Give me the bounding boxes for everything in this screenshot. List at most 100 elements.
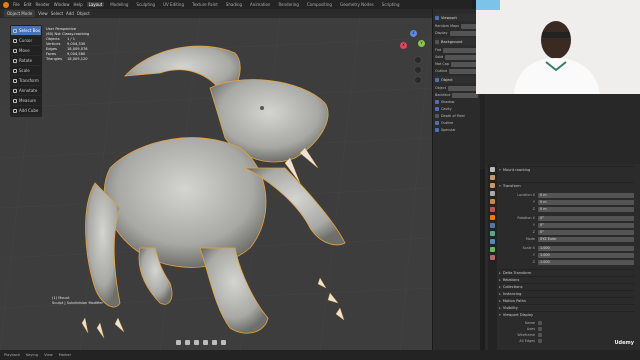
n-row[interactable]: Object <box>435 85 478 91</box>
tab-rendering[interactable]: Rendering <box>276 2 300 7</box>
tab-layout[interactable]: Layout <box>86 2 105 7</box>
n-row[interactable]: Random Maps <box>435 23 478 29</box>
tab-shading[interactable]: Shading <box>224 2 244 7</box>
n-row[interactable]: Backface <box>435 92 478 98</box>
section-viewport-display[interactable]: ▾ Viewport Display <box>499 311 634 318</box>
n-row[interactable]: Shadow <box>435 99 478 105</box>
n-row[interactable]: Cavity <box>435 106 478 112</box>
menu-render[interactable]: Render <box>35 2 49 7</box>
camera-icon[interactable] <box>414 76 422 84</box>
field-location-y[interactable]: Y0 m <box>499 199 634 205</box>
tab-sculpting[interactable]: Sculpting <box>134 2 157 7</box>
field-scale-x[interactable]: Scale X 1.000 <box>499 245 634 251</box>
tab-uv-editing[interactable]: UV Editing <box>161 2 186 7</box>
n-row[interactable]: Outline <box>435 120 478 126</box>
section-object[interactable]: Object <box>435 76 478 83</box>
z-axis-icon[interactable]: Z <box>410 30 417 37</box>
next-key-icon[interactable] <box>212 340 217 345</box>
props-header[interactable]: ▾ Mount.roarbing <box>499 166 634 173</box>
n-row[interactable]: Display <box>435 30 478 36</box>
tab-geometry-nodes[interactable]: Geometry Nodes <box>338 2 376 7</box>
blender-logo-icon[interactable] <box>3 1 9 8</box>
menu-keying[interactable]: Keying <box>26 353 38 357</box>
section-transform[interactable]: ▾ Transform <box>499 182 634 189</box>
zoom-icon[interactable] <box>414 56 422 64</box>
menu-help[interactable]: Help <box>73 2 82 7</box>
checkbox-icon[interactable] <box>538 333 542 337</box>
menu-marker[interactable]: Marker <box>59 353 71 357</box>
mode-selector[interactable]: Object Mode <box>4 10 36 17</box>
checkbox-icon[interactable] <box>435 114 439 118</box>
3d-viewport[interactable]: Select Box Cursor Move Rotate Scale Tran… <box>0 18 432 350</box>
field-rotation-mode[interactable]: Mode XYZ Euler <box>499 236 634 242</box>
section-delta-transform[interactable]: ▸ Delta Transform <box>499 269 634 276</box>
checkbox-icon[interactable] <box>435 128 439 132</box>
tool-tab-icon[interactable] <box>490 167 495 172</box>
checkbox-icon[interactable] <box>538 327 542 331</box>
modifier-tab-icon[interactable] <box>490 223 495 228</box>
checkbox-icon[interactable] <box>435 100 439 104</box>
checkbox-icon[interactable] <box>435 77 439 82</box>
n-row[interactable]: Mat Cap <box>435 61 478 67</box>
section-viewport[interactable]: Viewport <box>435 14 478 21</box>
checkbox-icon[interactable] <box>435 39 439 44</box>
tab-compositing[interactable]: Compositing <box>305 2 334 7</box>
jump-end-icon[interactable] <box>221 340 226 345</box>
menu-view-timeline[interactable]: View <box>44 353 53 357</box>
menu-add[interactable]: Add <box>66 11 74 16</box>
tool-select-box[interactable]: Select Box <box>11 26 41 36</box>
section-instancing[interactable]: ▸ Instancing <box>499 290 634 297</box>
jump-start-icon[interactable] <box>176 340 181 345</box>
menu-view[interactable]: View <box>38 11 48 16</box>
section-collections[interactable]: ▸ Collections <box>499 283 634 290</box>
view-layer-tab-icon[interactable] <box>490 191 495 196</box>
field-location-x[interactable]: Location X0 m <box>499 192 634 198</box>
play-reverse-icon[interactable] <box>194 340 199 345</box>
render-tab-icon[interactable] <box>490 175 495 180</box>
checkbox-icon[interactable] <box>538 321 542 325</box>
n-row[interactable]: Outline <box>435 68 478 74</box>
outliner[interactable] <box>485 94 640 164</box>
field-rotation-x[interactable]: Rotation X 0° <box>499 215 634 221</box>
x-axis-icon[interactable]: X <box>400 42 407 49</box>
tool-move[interactable]: Move <box>11 46 41 56</box>
material-tab-icon[interactable] <box>490 255 495 260</box>
object-tab-icon[interactable] <box>490 215 495 220</box>
menu-edit[interactable]: Edit <box>24 2 32 7</box>
section-visibility[interactable]: ▸ Visibility <box>499 304 634 311</box>
prev-key-icon[interactable] <box>185 340 190 345</box>
field-scale-z[interactable]: Z 1.000 <box>499 259 634 265</box>
checkbox-icon[interactable] <box>538 339 542 343</box>
menu-playback[interactable]: Playback <box>4 353 20 357</box>
physics-tab-icon[interactable] <box>490 231 495 236</box>
n-row[interactable]: Flat <box>435 47 478 53</box>
y-axis-icon[interactable]: Y <box>418 40 425 47</box>
field-scale-y[interactable]: Y 1.000 <box>499 252 634 258</box>
checkbox-icon[interactable] <box>435 107 439 111</box>
play-icon[interactable] <box>203 340 208 345</box>
scene-tab-icon[interactable] <box>490 199 495 204</box>
tool-annotate[interactable]: Annotate <box>11 86 41 96</box>
tool-add-cube[interactable]: Add Cube <box>11 106 41 116</box>
menu-object[interactable]: Object <box>77 11 90 16</box>
tool-cursor[interactable]: Cursor <box>11 36 41 46</box>
tool-measure[interactable]: Measure <box>11 96 41 106</box>
tool-scale[interactable]: Scale <box>11 66 41 76</box>
tool-rotate[interactable]: Rotate <box>11 56 41 66</box>
n-row[interactable]: Specular <box>435 127 478 133</box>
section-relations[interactable]: ▸ Relations <box>499 276 634 283</box>
menu-file[interactable]: File <box>13 2 20 7</box>
field-location-z[interactable]: Z0 m <box>499 206 634 212</box>
section-background[interactable]: Background <box>435 38 478 45</box>
tab-texture-paint[interactable]: Texture Paint <box>190 2 220 7</box>
navigation-gizmo[interactable]: Z X Y <box>400 30 428 90</box>
tab-scripting[interactable]: Scripting <box>380 2 402 7</box>
constraints-tab-icon[interactable] <box>490 239 495 244</box>
tab-animation[interactable]: Animation <box>248 2 272 7</box>
field-rotation-y[interactable]: Y 0° <box>499 222 634 228</box>
output-tab-icon[interactable] <box>490 183 495 188</box>
world-tab-icon[interactable] <box>490 207 495 212</box>
data-tab-icon[interactable] <box>490 247 495 252</box>
n-row[interactable]: Depth of Field <box>435 113 478 119</box>
checkbox-icon[interactable] <box>435 121 439 125</box>
